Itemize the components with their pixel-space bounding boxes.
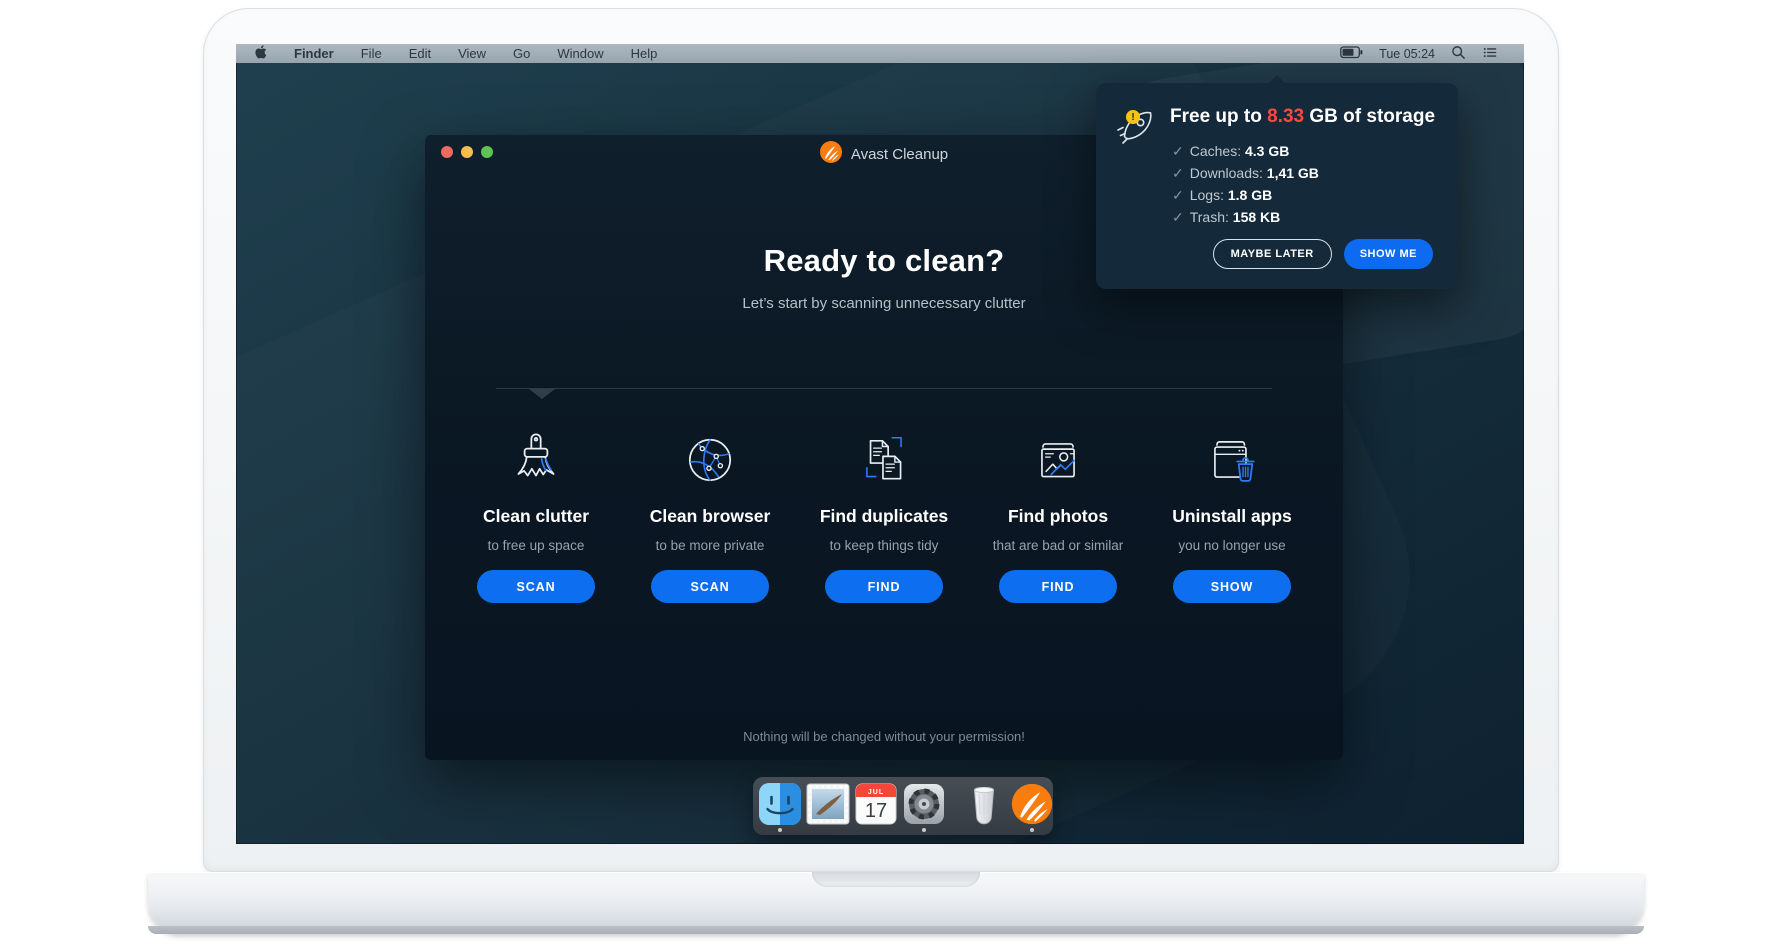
laptop-base xyxy=(148,872,1644,934)
warning-badge-icon: ! xyxy=(1126,110,1140,124)
page-subtitle: Let’s start by scanning unnecessary clut… xyxy=(425,295,1343,312)
feature-find-photos: Find photos that are bad or similar FIND xyxy=(971,427,1145,603)
battery-icon xyxy=(1340,46,1363,62)
storage-notification-popup: ! Free up to 8.33 GB of storage ✓Caches:… xyxy=(1096,83,1458,289)
calendar-month: JUL xyxy=(868,789,884,796)
find-photos-button[interactable]: FIND xyxy=(999,570,1117,603)
laptop-base-notch xyxy=(812,872,980,887)
feature-subtitle: to be more private xyxy=(656,538,765,553)
feature-title: Find duplicates xyxy=(820,506,948,527)
calendar-icon[interactable]: JUL 17 xyxy=(854,782,898,834)
find-duplicates-button[interactable]: FIND xyxy=(825,570,943,603)
permission-note: Nothing will be changed without your per… xyxy=(425,729,1343,744)
scan-browser-button[interactable]: SCAN xyxy=(651,570,769,603)
menu-item-file[interactable]: File xyxy=(361,46,382,61)
broom-icon xyxy=(507,427,565,489)
check-icon: ✓ xyxy=(1172,209,1184,225)
menu-bar-clock[interactable]: Tue 05:24 xyxy=(1379,47,1435,61)
notification-center-icon[interactable] xyxy=(1482,45,1498,63)
popup-title: Free up to 8.33 GB of storage xyxy=(1170,106,1435,128)
finder-icon[interactable] xyxy=(758,782,802,834)
laptop-screen: Finder File Edit View Go Window Help Tue… xyxy=(236,44,1524,844)
menu-item-go[interactable]: Go xyxy=(513,46,530,61)
feature-clean-clutter: Clean clutter to free up space SCAN xyxy=(449,427,623,603)
system-preferences-icon[interactable] xyxy=(902,782,946,834)
scene: Finder File Edit View Go Window Help Tue… xyxy=(0,0,1792,944)
maybe-later-button[interactable]: MAYBE LATER xyxy=(1213,239,1332,269)
apple-menu-icon[interactable] xyxy=(254,44,267,63)
check-icon: ✓ xyxy=(1172,187,1184,203)
avast-logo-icon xyxy=(820,141,842,168)
menu-item-finder[interactable]: Finder xyxy=(294,46,334,61)
running-indicator xyxy=(1030,828,1034,832)
list-item: ✓Trash: 158 KB xyxy=(1172,206,1319,228)
list-item: ✓Caches: 4.3 GB xyxy=(1172,140,1319,162)
storage-breakdown-list: ✓Caches: 4.3 GB ✓Downloads: 1,41 GB ✓Log… xyxy=(1172,140,1319,228)
feature-subtitle: to keep things tidy xyxy=(830,538,939,553)
feature-clean-browser: Clean browser to be more private SCAN xyxy=(623,427,797,603)
list-item: ✓Logs: 1.8 GB xyxy=(1172,184,1319,206)
menu-item-window[interactable]: Window xyxy=(557,46,603,61)
feature-grid: Clean clutter to free up space SCAN xyxy=(449,427,1319,603)
check-icon: ✓ xyxy=(1172,165,1184,181)
avast-icon[interactable] xyxy=(1010,782,1054,834)
photos-icon xyxy=(1029,427,1087,489)
popup-actions: MAYBE LATER SHOW ME xyxy=(1213,239,1433,269)
menu-item-view[interactable]: View xyxy=(458,46,486,61)
menu-item-edit[interactable]: Edit xyxy=(409,46,431,61)
window-title: Avast Cleanup xyxy=(851,146,948,163)
laptop-base-edge xyxy=(148,926,1644,934)
feature-title: Uninstall apps xyxy=(1172,506,1292,527)
running-indicator xyxy=(778,828,782,832)
dock: JUL 17 xyxy=(753,777,1053,835)
calendar-day: 17 xyxy=(865,800,887,822)
list-item: ✓Downloads: 1,41 GB xyxy=(1172,162,1319,184)
show-apps-button[interactable]: SHOW xyxy=(1173,570,1291,603)
feature-subtitle: that are bad or similar xyxy=(993,538,1124,553)
uninstall-icon xyxy=(1203,427,1261,489)
storage-amount: 8.33 xyxy=(1267,106,1304,127)
documents-icon xyxy=(855,427,913,489)
show-me-button[interactable]: SHOW ME xyxy=(1344,239,1433,269)
menu-item-help[interactable]: Help xyxy=(631,46,658,61)
feature-uninstall-apps: Uninstall apps you no longer use SHOW xyxy=(1145,427,1319,603)
mail-icon[interactable] xyxy=(806,782,850,834)
feature-title: Clean browser xyxy=(650,506,771,527)
divider-pointer xyxy=(529,389,555,399)
trash-icon[interactable] xyxy=(962,782,1006,834)
running-indicator xyxy=(922,828,926,832)
globe-icon xyxy=(681,427,739,489)
feature-find-duplicates: Find duplicates to keep things tidy FIND xyxy=(797,427,971,603)
check-icon: ✓ xyxy=(1172,143,1184,159)
feature-title: Clean clutter xyxy=(483,506,589,527)
search-icon[interactable] xyxy=(1451,45,1466,63)
menu-bar: Finder File Edit View Go Window Help Tue… xyxy=(236,44,1524,63)
feature-title: Find photos xyxy=(1008,506,1108,527)
feature-subtitle: to free up space xyxy=(488,538,585,553)
divider xyxy=(496,388,1272,389)
scan-clutter-button[interactable]: SCAN xyxy=(477,570,595,603)
feature-subtitle: you no longer use xyxy=(1178,538,1285,553)
